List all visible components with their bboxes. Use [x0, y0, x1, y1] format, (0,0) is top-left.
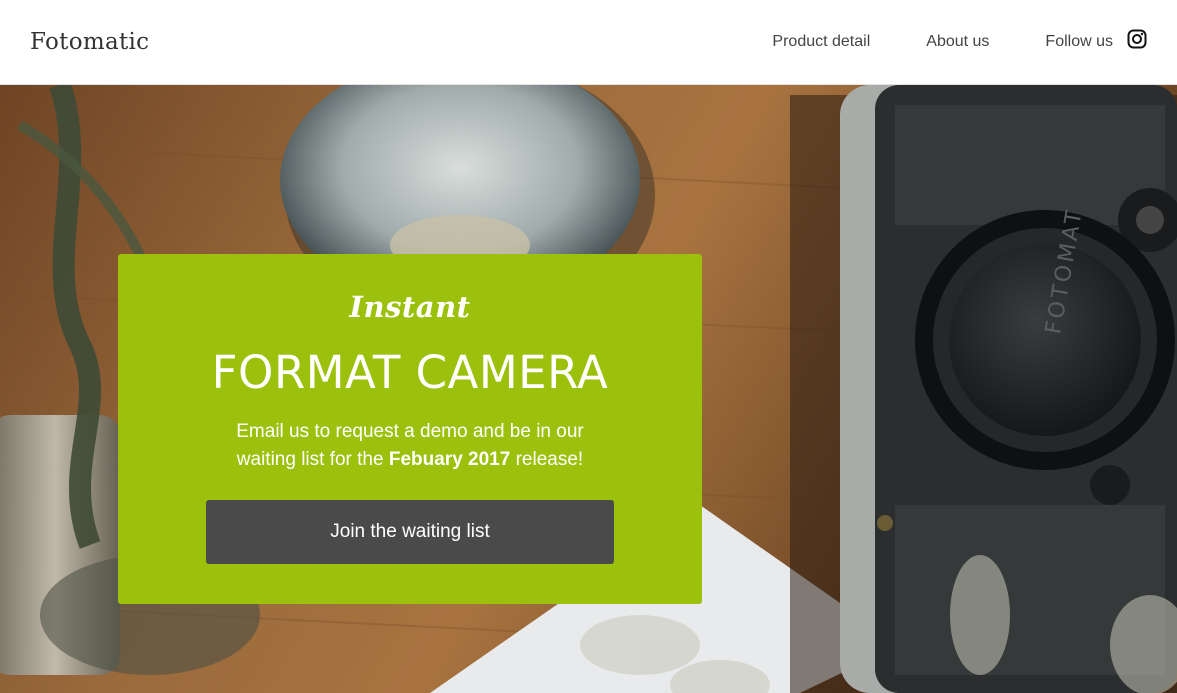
hero-description: Email us to request a demo and be in our… — [208, 418, 612, 474]
hero-section: FOTOMAT Instant FORMAT CAMERA Email us t… — [0, 85, 1177, 693]
join-waiting-list-button[interactable]: Join the waiting list — [206, 500, 614, 564]
nav-follow-us[interactable]: Follow us — [1045, 33, 1113, 51]
instagram-icon[interactable] — [1127, 29, 1147, 49]
site-header: Fotomatic Product detail About us Follow… — [0, 0, 1177, 85]
brand-logo[interactable]: Fotomatic — [30, 29, 149, 55]
release-date: Febuary 2017 — [388, 449, 511, 470]
nav-product-detail[interactable]: Product detail — [772, 33, 870, 51]
hero-headline: FORMAT CAMERA — [211, 346, 609, 399]
nav-about-us[interactable]: About us — [926, 33, 989, 51]
hero-promo-card: Instant FORMAT CAMERA Email us to reques… — [118, 254, 702, 604]
main-nav: Product detail About us Follow us — [772, 29, 1147, 52]
hero-kicker: Instant — [349, 290, 471, 324]
desc-text-end: release! — [515, 449, 584, 470]
